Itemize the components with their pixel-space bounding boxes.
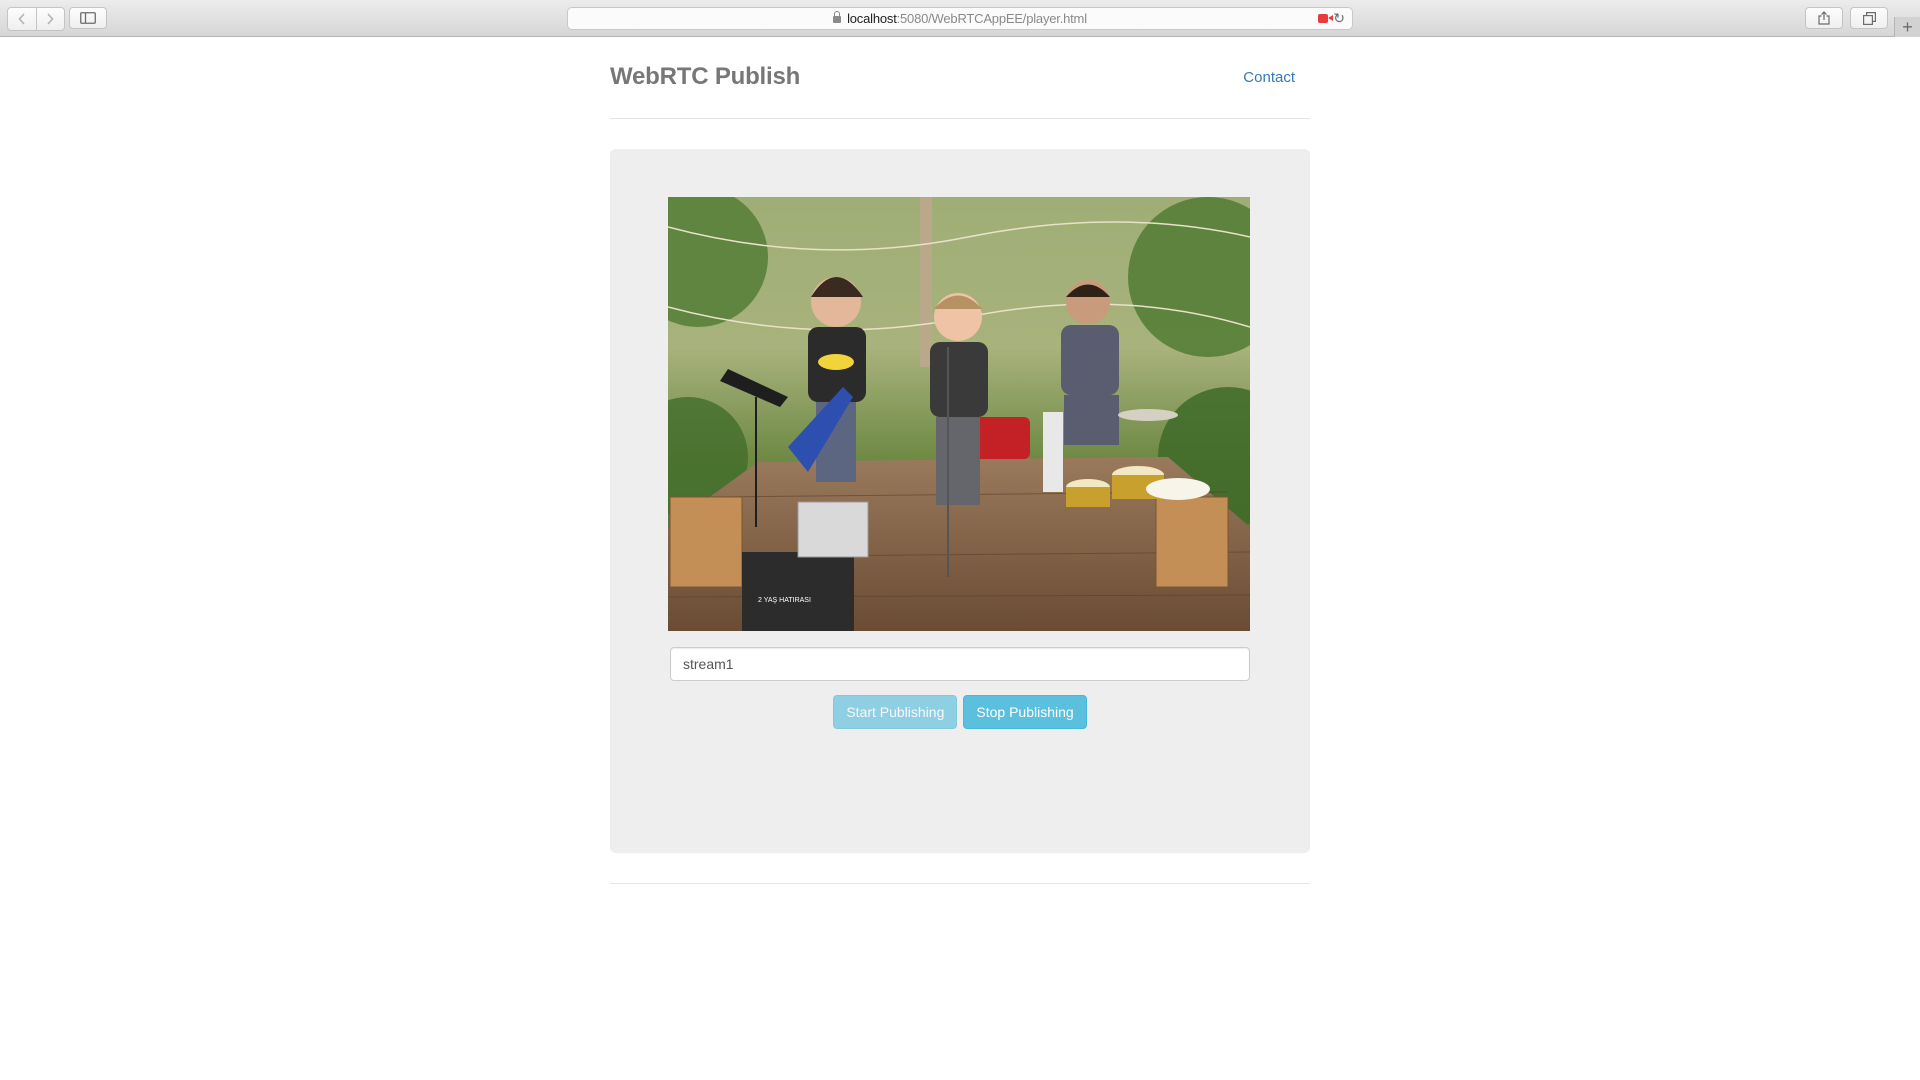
url-host: localhost xyxy=(847,11,897,26)
forward-button[interactable] xyxy=(35,8,65,30)
history-nav xyxy=(7,7,65,31)
stream-name-input[interactable] xyxy=(670,647,1250,681)
share-button[interactable] xyxy=(1805,7,1843,29)
stop-publishing-button[interactable]: Stop Publishing xyxy=(963,695,1087,729)
page-header: WebRTC Publish Contact xyxy=(610,37,1310,119)
reload-icon[interactable]: ↻ xyxy=(1333,10,1345,27)
chevron-left-icon xyxy=(18,13,25,25)
tabs-overview-button[interactable] xyxy=(1850,7,1888,29)
page-title: WebRTC Publish xyxy=(610,63,801,90)
video-frame: 2 YAŞ HATIRASI xyxy=(668,197,1250,631)
url-display: localhost:5080/WebRTCAppEE/player.html xyxy=(568,11,1352,26)
local-video-preview: 2 YAŞ HATIRASI xyxy=(668,197,1250,631)
footer-divider xyxy=(610,883,1310,884)
tabs-icon xyxy=(1862,11,1876,25)
back-button[interactable] xyxy=(8,8,36,30)
camera-recording-icon[interactable] xyxy=(1318,14,1333,23)
new-tab-button[interactable]: + xyxy=(1894,17,1920,37)
browser-toolbar: localhost:5080/WebRTCAppEE/player.html ↻… xyxy=(0,0,1920,37)
publish-controls: Start Publishing Stop Publishing xyxy=(610,695,1310,729)
url-path: :5080/WebRTCAppEE/player.html xyxy=(896,11,1087,26)
page-container: WebRTC Publish Contact 2 YAŞ HATIRASI st… xyxy=(610,37,1310,884)
speaker-label: 2 YAŞ HATIRASI xyxy=(758,597,811,604)
publish-panel: 2 YAŞ HATIRASI stream1 Start Publishing … xyxy=(610,149,1310,853)
start-publishing-button[interactable]: Start Publishing xyxy=(833,695,958,729)
sidebar-icon xyxy=(80,12,96,24)
address-bar[interactable]: localhost:5080/WebRTCAppEE/player.html ↻ xyxy=(567,7,1353,30)
nav-contact-link[interactable]: Contact xyxy=(1243,69,1295,86)
sidebar-button[interactable] xyxy=(69,7,107,29)
chevron-right-icon xyxy=(47,13,54,25)
plus-icon: + xyxy=(1902,16,1913,37)
lock-icon xyxy=(833,11,842,23)
share-icon xyxy=(1818,11,1830,25)
